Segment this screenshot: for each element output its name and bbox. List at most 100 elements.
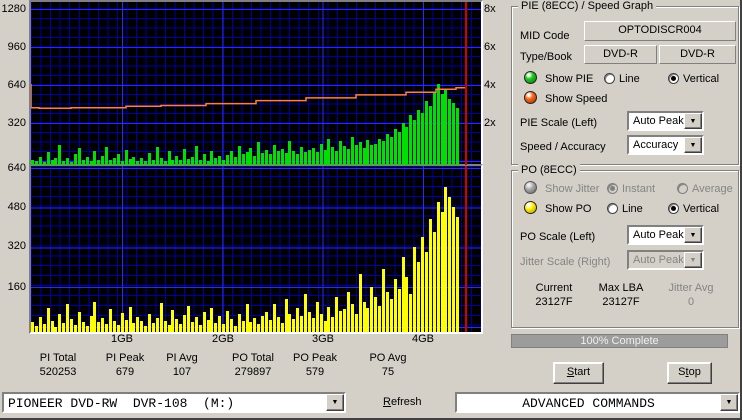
po-bar xyxy=(241,321,245,332)
po-bar xyxy=(101,318,105,332)
show-speed-led[interactable] xyxy=(524,91,537,104)
show-jitter-label: Show Jitter xyxy=(545,183,600,195)
jitter-scale-label: Jitter Scale (Right) xyxy=(520,256,611,268)
x-axis-gb-tick: 4GB xyxy=(411,333,434,345)
dropdown-arrow-icon[interactable]: ▼ xyxy=(684,137,702,153)
po-bar xyxy=(284,299,288,332)
po-bar xyxy=(452,207,456,332)
dropdown-arrow-icon[interactable]: ▼ xyxy=(684,227,702,243)
stat-po-avg-value: 75 xyxy=(381,366,395,378)
po-bar xyxy=(292,319,296,332)
po-bar xyxy=(183,315,187,332)
po-panel: PO (8ECC) Show Jitter Instant Average Sh… xyxy=(511,164,739,328)
po-bar xyxy=(214,323,218,332)
refresh-link[interactable]: Refresh xyxy=(383,396,422,409)
po-bar xyxy=(218,316,222,332)
po-y-axis-tick: 640 xyxy=(7,162,26,174)
current-value: 23127F xyxy=(535,296,573,308)
pie-bar xyxy=(163,161,167,165)
mid-code-label: MID Code xyxy=(520,30,570,42)
po-line-label: Line xyxy=(622,203,643,215)
po-bar xyxy=(222,324,226,332)
start-button[interactable]: Start xyxy=(553,362,604,384)
dropdown-arrow-icon[interactable]: ▼ xyxy=(326,394,344,411)
po-bar xyxy=(144,326,148,332)
stat-pi-avg-label: PI Avg xyxy=(166,352,198,364)
po-plot-area xyxy=(31,166,481,332)
po-bar xyxy=(163,321,167,332)
po-line-radio[interactable] xyxy=(607,203,618,214)
po-bar xyxy=(323,321,327,332)
po-bar xyxy=(226,311,229,332)
po-bar xyxy=(378,306,382,332)
dropdown-arrow-icon[interactable]: ▼ xyxy=(720,394,738,411)
po-bar xyxy=(81,322,85,332)
speed-y-axis-tick: 8x xyxy=(484,3,496,15)
po-bar xyxy=(261,316,265,332)
po-bar xyxy=(38,317,42,332)
pie-bar xyxy=(144,161,148,165)
advanced-commands-value: ADVANCED COMMANDS xyxy=(522,396,655,411)
po-bar xyxy=(417,262,421,332)
pie-vertical-radio[interactable] xyxy=(668,73,679,84)
po-bar xyxy=(54,327,58,332)
po-bar xyxy=(148,314,151,332)
pie-bar xyxy=(34,161,38,165)
pie-speed-panel: PIE (8ECC) / Speed Graph MID Code OPTODI… xyxy=(511,0,739,165)
po-panel-title: PO (8ECC) xyxy=(518,164,580,177)
max-lba-label: Max LBA xyxy=(598,282,644,294)
po-y-axis-tick: 160 xyxy=(7,281,26,293)
progress-bar: 100% Complete xyxy=(511,334,728,348)
po-bar xyxy=(319,314,323,332)
jitter-instant-radio xyxy=(607,183,618,194)
po-bar xyxy=(448,197,452,332)
po-bar xyxy=(343,309,346,332)
show-po-led[interactable] xyxy=(524,201,537,214)
po-bar xyxy=(268,320,272,332)
po-bar xyxy=(89,316,93,332)
stop-button[interactable]: Stop xyxy=(667,362,712,384)
pie-scale-combo[interactable]: Auto Peak ▼ xyxy=(627,111,704,131)
pie-vertical-label: Vertical xyxy=(683,73,720,85)
po-bar xyxy=(354,314,358,332)
po-bar xyxy=(194,317,198,332)
book-type-value: DVD-R xyxy=(659,45,736,64)
po-bar xyxy=(335,297,339,332)
po-bar xyxy=(385,292,389,332)
po-bar xyxy=(46,308,50,332)
show-pie-led[interactable] xyxy=(524,71,537,84)
po-vertical-radio[interactable] xyxy=(668,203,679,214)
po-bar xyxy=(409,294,413,332)
po-bar xyxy=(128,307,132,332)
pie-bar xyxy=(89,161,93,165)
pie-y-axis-tick: 640 xyxy=(7,79,26,91)
x-axis-gb-tick: 2GB xyxy=(211,333,234,345)
mid-code-value: OPTODISCR004 xyxy=(584,21,736,41)
dropdown-arrow-icon[interactable]: ▼ xyxy=(684,113,702,129)
po-bar xyxy=(70,319,73,332)
po-bar xyxy=(198,325,202,332)
po-bar xyxy=(120,313,124,332)
type-book-label: Type/Book xyxy=(520,51,572,63)
speed-y-axis-tick: 4x xyxy=(484,79,496,91)
po-bar xyxy=(440,212,444,332)
drive-select-combo[interactable]: PIONEER DVD-RW DVR-108 (M:) ▼ xyxy=(2,392,346,413)
pie-scale-label: PIE Scale (Left) xyxy=(520,117,598,129)
po-scale-combo[interactable]: Auto Peak ▼ xyxy=(627,225,704,245)
pie-line-radio[interactable] xyxy=(604,73,615,84)
po-bar xyxy=(366,308,370,332)
po-bar xyxy=(58,314,62,332)
scan-end-marker xyxy=(465,2,467,165)
po-bar xyxy=(210,308,214,332)
stat-po-total-value: 279897 xyxy=(234,366,272,378)
po-bar xyxy=(358,274,362,332)
pie-line-label: Line xyxy=(619,73,640,85)
po-bar xyxy=(50,321,54,332)
po-bar xyxy=(112,321,116,332)
advanced-commands-combo[interactable]: ADVANCED COMMANDS ▼ xyxy=(455,392,740,413)
po-bar xyxy=(77,312,81,332)
pie-bar xyxy=(62,161,66,165)
speed-accuracy-combo[interactable]: Accuracy ▼ xyxy=(627,135,704,155)
pie-graph xyxy=(29,0,483,167)
po-bar xyxy=(288,314,292,332)
